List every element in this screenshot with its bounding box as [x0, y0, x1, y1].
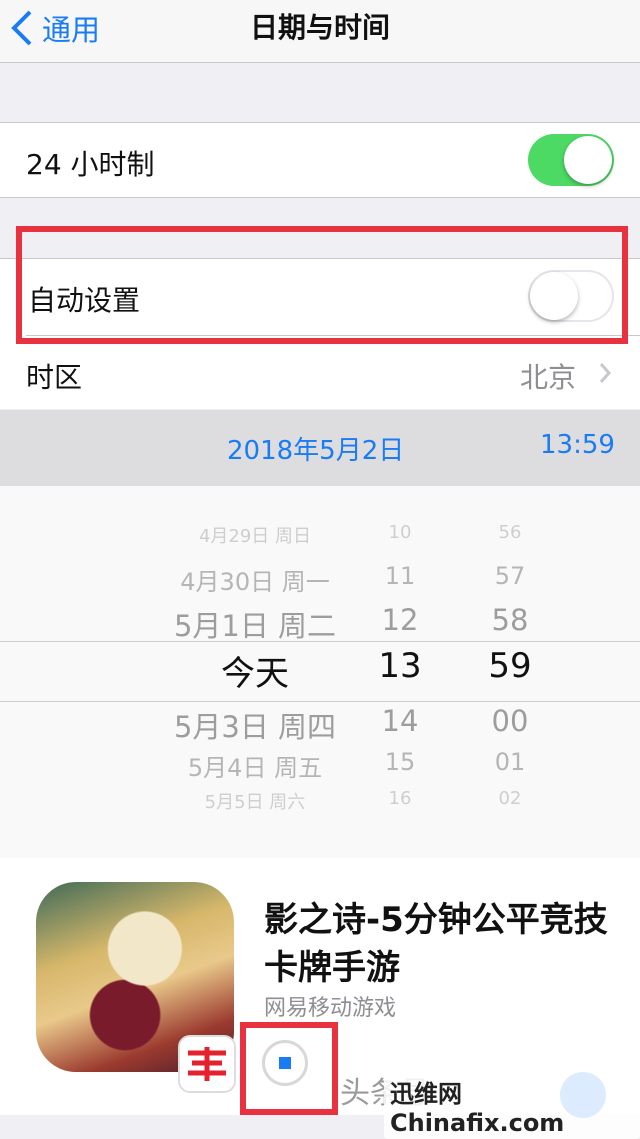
watermark-site: 迅维网 Chinafix.com: [384, 1072, 640, 1139]
row-24-hour-label: 24 小时制: [26, 148, 155, 181]
chevron-right-icon: [599, 363, 612, 383]
picker-date-item: 5月3日 周四: [173, 710, 337, 744]
picker-date-item: 4月29日 周日: [198, 526, 312, 547]
row-timezone-label: 时区: [26, 361, 83, 394]
picker-hour-item: 11: [384, 562, 416, 590]
time-value: 13:59: [540, 430, 615, 460]
highlight-box: [16, 226, 628, 344]
picker-minute-item: 01: [494, 748, 526, 776]
hour24-toggle[interactable]: [528, 134, 614, 186]
picker-date-item: 5月1日 周二: [173, 609, 337, 643]
date-time-bar[interactable]: 2018年5月2日 13:59: [0, 410, 640, 486]
picker-hour-item: 16: [388, 788, 412, 809]
picker-date-item: 5月5日 周六: [204, 792, 306, 813]
picker-minute-item: 58: [491, 603, 529, 637]
divider: [0, 197, 640, 198]
picker-minute-item: 57: [494, 562, 526, 590]
timezone-value: 北京: [520, 361, 577, 394]
picker-minute-item: 00: [491, 704, 529, 738]
picker-hour-item: 13: [378, 646, 422, 686]
picker-hour-item: 15: [384, 748, 416, 776]
ad-title: 影之诗-5分钟公平竞技卡牌手游: [264, 900, 608, 988]
date-time-picker[interactable]: 4月29日 周日 4月30日 周一 5月1日 周二今天 5月3日 周四 5月4日 周五 5…: [0, 486, 640, 858]
toggle-knob: [564, 136, 612, 184]
picker-minute-item: 59: [488, 646, 532, 686]
picker-divider: [0, 701, 640, 702]
picker-hour-item: 10: [388, 522, 412, 543]
netease-logo-icon: [178, 1035, 236, 1093]
highlight-box-download: [240, 1022, 338, 1115]
picker-hour-item: 14: [381, 704, 419, 738]
picker-date-item: 5月4日 周五: [187, 754, 323, 782]
picker-date-item: 4月30日 周一: [180, 568, 330, 596]
picker-minute-item: 56: [498, 522, 522, 543]
date-value: 2018年5月2日: [227, 436, 405, 466]
row-timezone[interactable]: 时区 北京: [0, 336, 640, 409]
row-24-hour: 24 小时制: [0, 123, 640, 197]
navigation-bar: 通用 日期与时间: [0, 0, 640, 63]
page-title: 日期与时间: [249, 11, 390, 44]
picker-minute-item: 02: [498, 788, 522, 809]
picker-hour-item: 12: [381, 603, 419, 637]
picker-date-item: 今天: [221, 654, 289, 694]
ad-publisher: 网易移动游戏: [264, 996, 397, 1021]
